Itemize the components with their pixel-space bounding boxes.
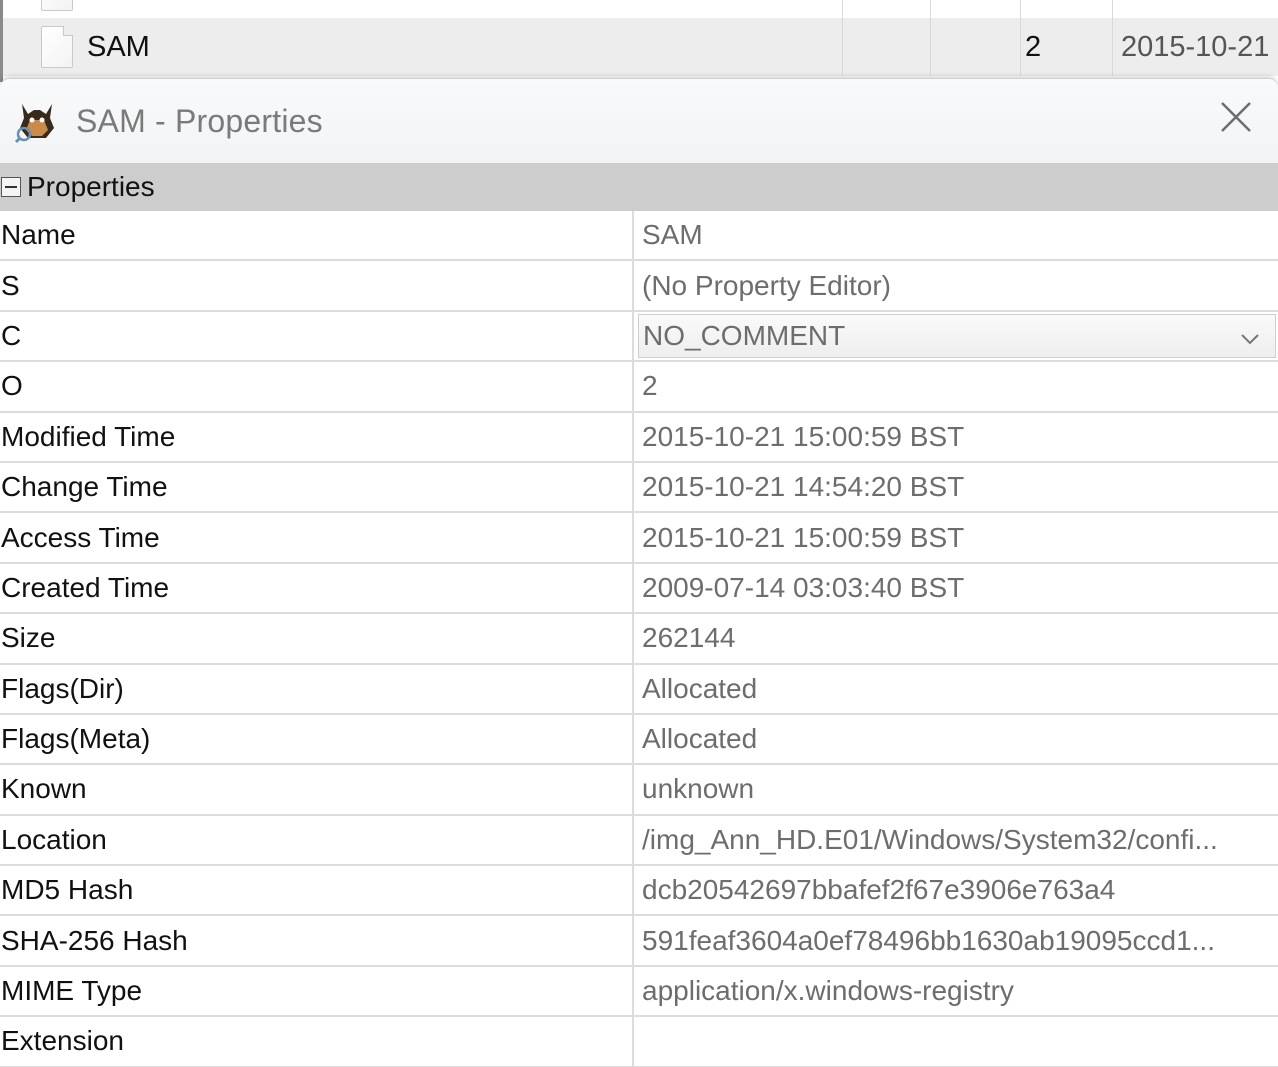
property-row[interactable]: Change Time 2015-10-21 14:54:20 BST <box>0 462 1278 514</box>
property-value <box>634 1017 1278 1065</box>
property-value: Allocated <box>642 723 758 755</box>
table-row[interactable] <box>3 0 1278 18</box>
property-row[interactable]: Location/img_Ann_HD.E01/Windows/System32… <box>0 815 1278 867</box>
property-row[interactable]: Flags(Meta) Allocated <box>0 714 1278 766</box>
properties-dialog: SAM - Properties Properties Name SAM S (No … <box>0 78 1278 1067</box>
property-key: Created Time <box>0 563 634 613</box>
property-key: MIME Type <box>0 966 634 1016</box>
property-row[interactable]: Created Time 2009-07-14 03:03:40 BST <box>0 563 1278 615</box>
dialog-title: SAM - Properties <box>76 102 323 139</box>
table-row-selected[interactable]: SAM 2 2015-10-21 <box>3 18 1278 76</box>
properties-section-header[interactable]: Properties <box>0 163 1278 211</box>
property-value: application/x.windows-registry <box>642 975 1014 1007</box>
property-key: Change Time <box>0 462 634 512</box>
property-row[interactable]: Flags(Dir) Allocated <box>0 664 1278 715</box>
property-key: MD5 Hash <box>0 866 634 915</box>
table-cell-date: 2015-10-21 <box>1121 30 1270 63</box>
property-key: S <box>0 261 634 310</box>
file-icon <box>41 26 73 68</box>
property-value: 2015-10-21 15:00:59 BST <box>642 521 965 553</box>
property-key: O <box>0 362 634 411</box>
property-key: Access Time <box>0 513 634 562</box>
collapse-minus-icon[interactable] <box>1 177 21 197</box>
property-key: C <box>0 311 634 361</box>
property-row[interactable]: S (No Property Editor) <box>0 261 1278 312</box>
property-value: 262144 <box>642 622 736 654</box>
property-key: Flags(Meta) <box>0 714 634 764</box>
dropdown-value: NO_COMMENT <box>643 319 846 351</box>
property-value: SAM <box>642 219 703 251</box>
property-value: Allocated <box>642 672 758 704</box>
table-cell-name: SAM <box>3 18 843 76</box>
property-row[interactable]: MIME Type application/x.windows-registry <box>0 966 1278 1018</box>
property-key: Modified Time <box>0 412 634 461</box>
property-key: Extension <box>0 1017 634 1066</box>
property-row[interactable]: Name SAM <box>0 211 1278 262</box>
property-row[interactable]: Access Time 2015-10-21 15:00:59 BST <box>0 513 1278 564</box>
property-key: Location <box>0 815 634 865</box>
property-value: (No Property Editor) <box>642 269 891 301</box>
chevron-down-icon[interactable] <box>1239 327 1261 349</box>
property-value: 2015-10-21 14:54:20 BST <box>642 471 965 503</box>
property-value: dcb20542697bbafef2f67e3906e763a4 <box>642 874 1116 906</box>
property-row[interactable]: Extension <box>0 1017 1278 1067</box>
property-row[interactable]: Size 262144 <box>0 614 1278 665</box>
property-key: Flags(Dir) <box>0 664 634 713</box>
comment-dropdown[interactable]: NO_COMMENT <box>638 313 1276 359</box>
property-value: 2015-10-21 15:00:59 BST <box>642 420 965 452</box>
property-row[interactable]: C NO_COMMENT <box>0 311 1278 363</box>
property-row[interactable]: Modified Time 2015-10-21 15:00:59 BST <box>0 412 1278 463</box>
property-value: 591feaf3604a0ef78496bb1630ab19095ccd1... <box>642 924 1215 956</box>
property-value: 2 <box>642 370 658 402</box>
property-value: 2009-07-14 03:03:40 BST <box>642 571 965 603</box>
property-sheet: Name SAM S (No Property Editor) C NO_COMMENT O… <box>0 211 1278 1067</box>
property-key: Known <box>0 765 634 814</box>
close-icon[interactable] <box>1216 97 1256 137</box>
dialog-titlebar[interactable]: SAM - Properties <box>0 79 1278 163</box>
property-value: /img_Ann_HD.E01/Windows/System32/confi..… <box>642 823 1218 855</box>
section-label: Properties <box>27 171 155 202</box>
autopsy-dog-icon <box>14 104 54 144</box>
property-row[interactable]: MD5 Hash dcb20542697bbafef2f67e3906e763a4 <box>0 866 1278 917</box>
file-name: SAM <box>87 30 150 63</box>
property-row[interactable]: Known unknown <box>0 765 1278 816</box>
property-key: Size <box>0 614 634 663</box>
file-icon <box>41 0 73 11</box>
file-table: SAM 2 2015-10-21 <box>0 0 1278 82</box>
property-row[interactable]: O2 <box>0 362 1278 413</box>
table-cell-count: 2 <box>1021 18 1113 76</box>
property-row[interactable]: SHA-256 Hash 591feaf3604a0ef78496bb1630ab… <box>0 916 1278 967</box>
property-key: SHA-256 Hash <box>0 916 634 965</box>
property-key: Name <box>0 211 634 260</box>
property-value: unknown <box>642 773 755 805</box>
